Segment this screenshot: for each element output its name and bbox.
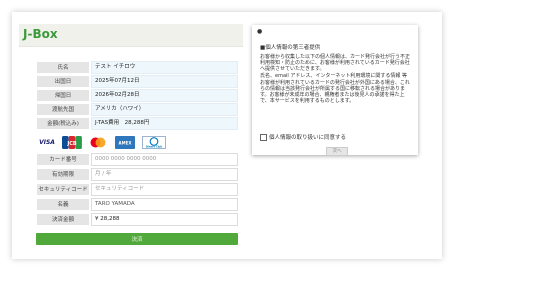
expiry-input[interactable]: 月 / 年	[91, 168, 238, 181]
card-number-label: カード番号	[36, 153, 90, 166]
submit-button[interactable]: 決済	[36, 233, 238, 245]
cardholder-label: 名義	[36, 198, 90, 211]
row-value: 2025年07月12日	[91, 75, 238, 88]
expiry-row: 有効期限 月 / 年	[36, 168, 238, 181]
notice-content: ■個人情報の第三者提供 お客様から収集した以下の個人情報は、カード発行会社が行う…	[260, 45, 414, 105]
row-price: 金額(税込み) J-TAS費用 28,288円	[36, 117, 238, 130]
svg-text:AMEX: AMEX	[119, 141, 132, 146]
row-destination: 渡航先国 アメリカ（ハワイ）	[36, 103, 238, 116]
svg-text:Diners Club: Diners Club	[146, 145, 162, 149]
row-return: 帰国日 2026年02月28日	[36, 89, 238, 102]
next-button[interactable]: 次へ	[326, 147, 348, 156]
row-label: 渡航先国	[36, 103, 90, 116]
card-number-row: カード番号 0000 0000 0000 0000	[36, 153, 238, 166]
diners-icon: Diners Club	[142, 136, 166, 149]
amex-icon: AMEX	[114, 136, 136, 149]
card-brands: VISA JCB AMEX Diners Club	[36, 136, 176, 150]
amount-label: 決済金額	[36, 213, 90, 226]
row-value: アメリカ（ハワイ）	[91, 103, 238, 116]
amount-value: ¥ 28,288	[91, 213, 238, 226]
mastercard-icon	[88, 136, 108, 149]
notice-title: ■個人情報の第三者提供	[260, 45, 321, 51]
row-label: 帰国日	[36, 89, 90, 102]
agree-label: 個人情報の取り扱いに同意する	[269, 135, 347, 141]
notice-mark: ●	[257, 28, 263, 35]
card-number-input[interactable]: 0000 0000 0000 0000	[91, 153, 238, 166]
row-label: 氏名	[36, 61, 90, 74]
header-bar: J-Box	[19, 24, 243, 47]
row-value: 2026年02月28日	[91, 89, 238, 102]
row-value: J-TAS費用 28,288円	[91, 117, 238, 130]
notice-paragraph: お客様が利用されているカードの発行会社が外国にある場合、これらの情報は当該発行会…	[260, 80, 410, 104]
agree-checkbox[interactable]	[260, 134, 267, 141]
logo: J-Box	[23, 27, 58, 41]
row-name: 氏名 テスト イチロウ	[36, 61, 238, 74]
row-label: 金額(税込み)	[36, 117, 90, 130]
row-label: 出国日	[36, 75, 90, 88]
agree-checkbox-row[interactable]: 個人情報の取り扱いに同意する	[260, 133, 346, 141]
cardholder-value: TARO YAMADA	[91, 198, 238, 211]
jcb-icon: JCB	[62, 136, 82, 149]
amount-row: 決済金額 ¥ 28,288	[36, 213, 238, 226]
security-input[interactable]: セキュリティコード	[91, 183, 238, 196]
security-row: セキュリティコード セキュリティコード	[36, 183, 238, 196]
cardholder-row: 名義 TARO YAMADA	[36, 198, 238, 211]
expiry-label: 有効期限	[36, 168, 90, 181]
security-label: セキュリティコード	[36, 183, 90, 196]
row-value: テスト イチロウ	[91, 61, 238, 74]
privacy-notice-panel: ● ■個人情報の第三者提供 お客様から収集した以下の個人情報は、カード発行会社が…	[252, 25, 418, 156]
notice-paragraph: 氏名、email アドレス、インターネット利用環境に関する情報 等	[260, 73, 407, 79]
svg-text:JCB: JCB	[66, 141, 77, 147]
visa-icon: VISA	[39, 139, 55, 146]
row-departure: 出国日 2025年07月12日	[36, 75, 238, 88]
notice-paragraph: お客様から収集した以下の個人情報は、カード発行会社が行う不正利用検知・防止のため…	[260, 54, 411, 72]
